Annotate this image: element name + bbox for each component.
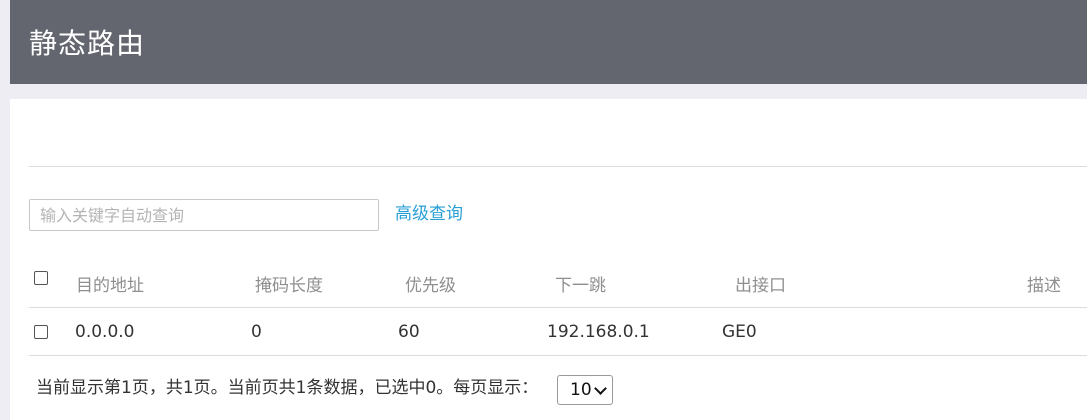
page-header: 静态路由 (10, 0, 1087, 84)
table-header: 目的地址 掩码长度 优先级 下一跳 出接口 描述 (29, 259, 1087, 308)
page-size-value: 10 (570, 380, 592, 400)
cell-priority: 60 (398, 321, 420, 342)
page-title: 静态路由 (29, 27, 146, 60)
column-header-mask-length[interactable]: 掩码长度 (255, 259, 323, 307)
toolbar-divider (29, 166, 1087, 167)
table-row[interactable]: 0.0.0.0 0 60 192.168.0.1 GE0 (29, 308, 1087, 356)
column-header-destination[interactable]: 目的地址 (76, 259, 144, 307)
chevron-down-icon (594, 382, 607, 395)
row-checkbox[interactable] (34, 325, 48, 339)
cell-mask-length: 0 (251, 321, 262, 342)
column-header-interface[interactable]: 出接口 (735, 259, 786, 307)
advanced-search-link[interactable]: 高级查询 (395, 202, 463, 226)
pagination-status: 当前显示第1页，共1页。当前页共1条数据，已选中0。每页显示： (36, 378, 539, 398)
column-header-description[interactable]: 描述 (1027, 259, 1061, 307)
cell-next-hop: 192.168.0.1 (547, 321, 650, 342)
column-header-next-hop[interactable]: 下一跳 (555, 259, 606, 307)
page-size-select[interactable]: 10 (557, 375, 613, 405)
search-input[interactable] (29, 199, 379, 231)
cell-interface: GE0 (722, 321, 757, 342)
content-panel: 高级查询 目的地址 掩码长度 优先级 下一跳 出接口 描述 0.0.0.0 0 … (10, 99, 1087, 420)
select-all-checkbox[interactable] (34, 271, 48, 285)
cell-destination: 0.0.0.0 (75, 321, 135, 342)
column-header-priority[interactable]: 优先级 (405, 259, 456, 307)
